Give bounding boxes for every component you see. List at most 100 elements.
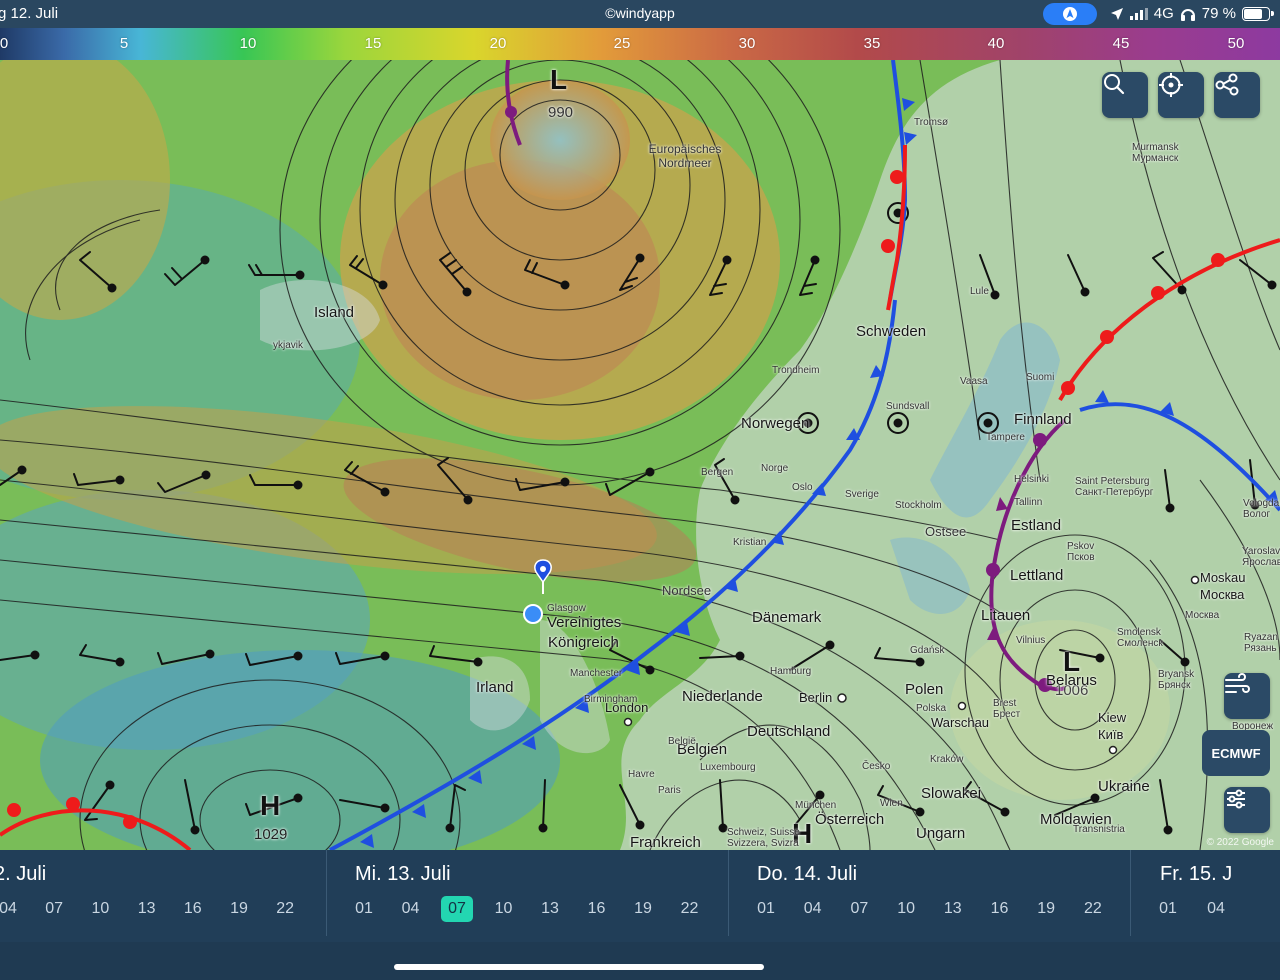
label-estland: Estland <box>1011 517 1062 534</box>
hour-option[interactable]: 13 <box>131 896 163 922</box>
label-moskva-small: Москва <box>1185 610 1220 621</box>
scale-label: 25 <box>613 35 631 52</box>
label-vaasa: Vaasa <box>960 376 988 387</box>
scale-label: 15 <box>364 35 382 52</box>
hour-option[interactable]: 22 <box>1077 896 1109 922</box>
label-saint-petersburg-ru: Санкт-Петербург <box>1075 487 1154 498</box>
label-norge: Norge <box>761 463 789 474</box>
hour-option[interactable]: 10 <box>84 896 116 922</box>
hour-option[interactable]: 16 <box>581 896 613 922</box>
label-bryansk: Bryansk <box>1158 669 1195 680</box>
hour-option[interactable]: 07 <box>38 896 70 922</box>
hour-option[interactable]: 10 <box>488 896 520 922</box>
weather-map[interactable]: L 990 L 1006 H 1029 H Island ykjavik Eur… <box>0 60 1280 850</box>
wind-layer-button[interactable] <box>1224 673 1270 719</box>
label-smolensk: Smolensk <box>1117 627 1161 638</box>
hour-option[interactable]: 19 <box>1030 896 1062 922</box>
scale-label: 10 <box>239 35 257 52</box>
wind-speed-scale: 0 5 10 15 20 25 30 35 40 45 50 <box>0 28 1280 60</box>
hour-option[interactable]: 19 <box>627 896 659 922</box>
label-sverige: Sverige <box>845 489 879 500</box>
location-pin-icon[interactable] <box>523 558 553 630</box>
hour-option[interactable]: 16 <box>984 896 1016 922</box>
signal-icon <box>1129 7 1148 20</box>
label-bergen: Bergen <box>701 467 734 478</box>
wind-icon <box>1225 673 1250 693</box>
label-krakow: Kraków <box>930 754 964 765</box>
label-belarus: Belarus <box>1046 672 1097 689</box>
hour-option[interactable]: 16 <box>177 896 209 922</box>
hour-option[interactable]: 07 <box>441 896 473 922</box>
day-name[interactable]: 2. Juli <box>0 863 46 886</box>
label-trondheim: Trondheim <box>772 365 820 376</box>
label-island: Island <box>314 304 355 321</box>
hour-option[interactable]: 04 <box>0 896 24 922</box>
day-name[interactable]: Mi. 13. Juli <box>355 863 451 886</box>
navigation-pill[interactable] <box>1043 3 1097 25</box>
hour-option[interactable]: 04 <box>395 896 427 922</box>
label-oesterreich: Österreich <box>815 811 885 828</box>
day-name[interactable]: Fr. 15. J <box>1160 863 1232 886</box>
hour-option[interactable]: 04 <box>1200 896 1232 922</box>
locate-button[interactable] <box>1158 72 1204 118</box>
search-button[interactable] <box>1102 72 1148 118</box>
label-ryazan: Ryazan <box>1244 632 1278 643</box>
hour-option[interactable]: 19 <box>223 896 255 922</box>
label-murmansk: Murmansk <box>1132 142 1179 153</box>
map-canvas <box>0 60 1280 850</box>
hour-option[interactable]: 04 <box>797 896 829 922</box>
label-ostsee: Ostsee <box>925 524 967 539</box>
hour-option[interactable]: 01 <box>1152 896 1184 922</box>
day-divider <box>326 850 327 936</box>
hour-option[interactable]: 07 <box>843 896 875 922</box>
label-berlin: Berlin <box>799 690 833 705</box>
label-litauen: Litauen <box>981 607 1031 624</box>
status-right: 4G 79 % <box>1110 5 1274 22</box>
hour-option[interactable]: 01 <box>348 896 380 922</box>
label-ryazan-ru: Рязань <box>1244 643 1277 654</box>
hour-option[interactable]: 01 <box>750 896 782 922</box>
timeline-day: Fr. 15. J 01 04 <box>1130 850 1280 936</box>
hour-option[interactable]: 13 <box>534 896 566 922</box>
settings-button[interactable] <box>1224 787 1270 833</box>
label-slowakei: Slowakei <box>921 785 982 802</box>
share-button[interactable] <box>1214 72 1260 118</box>
scale-label: 0 <box>0 35 9 52</box>
label-ungarn: Ungarn <box>916 825 966 842</box>
day-divider <box>728 850 729 936</box>
label-cesko: Česko <box>862 761 891 772</box>
label-saint-petersburg: Saint Petersburg <box>1075 476 1150 487</box>
search-icon <box>1104 74 1125 95</box>
label-finnland: Finnland <box>1014 411 1072 428</box>
scale-label: 40 <box>987 35 1005 52</box>
hour-option[interactable]: 22 <box>674 896 706 922</box>
label-deutschland: Deutschland <box>747 723 831 740</box>
label-murmansk-ru: Мурманск <box>1132 153 1179 164</box>
hour-option[interactable]: 13 <box>937 896 969 922</box>
crosshair-icon <box>1159 73 1183 97</box>
label-gdansk: Gdańsk <box>910 645 945 656</box>
label-uk-line2: Königreich <box>548 634 619 651</box>
timeline-day: Mi. 13. Juli 01 04 07 10 13 16 19 22 <box>326 850 746 936</box>
label-paris: Paris <box>658 785 681 796</box>
hour-option[interactable]: 22 <box>269 896 301 922</box>
hour-option[interactable]: 10 <box>890 896 922 922</box>
label-pskov: Pskov <box>1067 541 1095 552</box>
label-vologda: Vologda <box>1243 498 1280 509</box>
label-norwegen: Norwegen <box>741 415 810 432</box>
model-selector-button[interactable]: ECMWF <box>1202 730 1270 776</box>
home-indicator[interactable] <box>394 964 764 970</box>
label-moskva: Москва <box>1200 587 1245 602</box>
label-frankreich: Frankreich <box>630 834 701 850</box>
label-yaroslavl-ru: Ярославль <box>1242 557 1280 568</box>
scale-label: 30 <box>738 35 756 52</box>
map-copyright: © 2022 Google <box>1206 837 1274 848</box>
high-pressure-value-west: 1029 <box>254 826 288 843</box>
time-selector[interactable]: 2. Juli 04 07 10 13 16 19 22 Mi. 13. Juli 01 04 07 1… <box>0 850 1280 942</box>
bottom-bar <box>0 942 1280 980</box>
day-name[interactable]: Do. 14. Juli <box>757 863 857 886</box>
headphones-icon <box>1180 8 1195 21</box>
label-bryansk-ru: Брянск <box>1158 680 1191 691</box>
label-ukraine: Ukraine <box>1098 778 1150 795</box>
label-kristiansand: Kristian <box>733 537 767 548</box>
